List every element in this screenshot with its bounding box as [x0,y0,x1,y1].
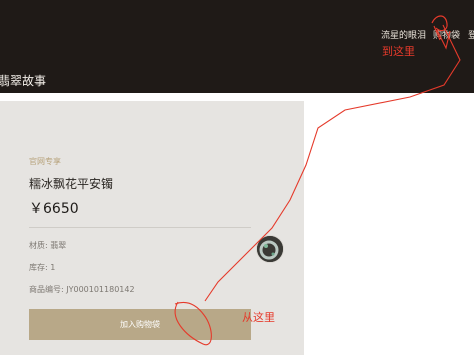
product-stock: 库存: 1 [29,263,56,272]
product-sku: 商品编号: JY000101180142 [29,285,135,294]
add-to-bag-button[interactable]: 加入购物袋 [29,309,251,340]
from-here-label: 从这里 [242,311,275,324]
product-price: ￥6650 [29,201,79,217]
exclusive-tag: 官网专享 [29,157,61,166]
product-material: 材质: 翡翠 [29,241,67,250]
nav-link-user[interactable]: 流星的眼泪 [381,28,426,41]
brand-title[interactable]: 翡翠故事 [0,72,46,89]
nav-link-login[interactable]: 登 [468,28,474,41]
product-thumbnail[interactable] [256,235,284,263]
divider [29,227,251,228]
bangle-image [257,236,283,262]
to-here-label: 到这里 [382,45,415,58]
nav-link-shopping-bag[interactable]: 购物袋 [433,28,460,41]
product-title: 糯冰飘花平安镯 [29,177,114,191]
